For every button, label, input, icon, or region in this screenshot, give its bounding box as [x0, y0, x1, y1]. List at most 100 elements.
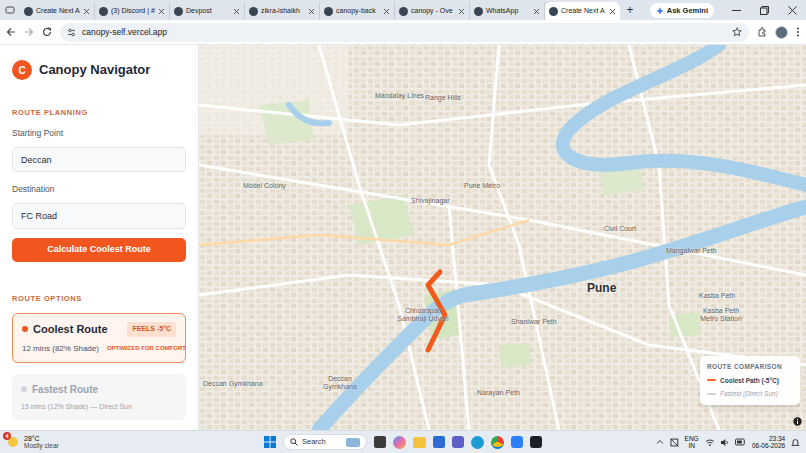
- section-heading: ROUTE OPTIONS: [12, 293, 186, 304]
- back-icon[interactable]: [6, 27, 16, 37]
- route-card[interactable]: Coolest Route FEELS -5°C 12 mins (82% Shad…: [12, 313, 186, 363]
- favicon-icon: [99, 7, 108, 16]
- weather-widget[interactable]: 4 28°C Mostly clear: [0, 435, 150, 450]
- browser-tab[interactable]: Create Next A: [545, 2, 620, 20]
- wifi-icon[interactable]: [705, 438, 715, 447]
- search-icon: [290, 438, 298, 446]
- map-label: Deccan Gymkhana: [317, 375, 363, 391]
- app-icon[interactable]: [530, 436, 542, 448]
- browser-tab[interactable]: (3) Discord | #: [95, 2, 170, 20]
- site-info-icon[interactable]: [67, 28, 76, 37]
- ask-gemini-button[interactable]: Ask Gemini: [650, 3, 714, 18]
- new-tab-button[interactable]: +: [620, 0, 640, 20]
- tab-title: (3) Discord | #: [111, 6, 155, 17]
- tab-close-icon[interactable]: [609, 8, 616, 15]
- reload-icon[interactable]: [42, 27, 52, 37]
- store-icon[interactable]: [433, 436, 445, 448]
- bookmark-star-icon[interactable]: [732, 27, 742, 37]
- tab-close-icon[interactable]: [233, 8, 240, 15]
- maximize-button[interactable]: [750, 0, 778, 20]
- legend-label: Coolest Path (-5°C): [720, 376, 779, 386]
- legend-item: Fastest (Direct Sun): [707, 389, 793, 399]
- map-label: Kasba Peth: [699, 291, 735, 302]
- field-label: Starting Point: [12, 127, 186, 140]
- start-input[interactable]: [12, 147, 186, 172]
- favicon-icon: [474, 7, 483, 16]
- browser-tab[interactable]: Devpost: [170, 2, 245, 20]
- browser-tab[interactable]: canopy-back: [320, 2, 395, 20]
- network-icon[interactable]: [670, 438, 679, 447]
- tab-title: canopy-back: [336, 6, 380, 17]
- browser-tab[interactable]: Create Next A: [20, 2, 95, 20]
- app-icon[interactable]: [511, 436, 523, 448]
- route-name: Fastest Route: [32, 382, 98, 397]
- tab-title: zikra-ishaikh: [261, 6, 305, 17]
- map[interactable]: Mandalay LinesRange HillsModel ColonyPun…: [199, 45, 806, 430]
- windows-icon[interactable]: [264, 436, 276, 448]
- profile-avatar[interactable]: [775, 26, 788, 39]
- chevron-up-icon[interactable]: [656, 438, 664, 446]
- copilot-icon[interactable]: [393, 436, 406, 449]
- route-dot: [22, 326, 28, 332]
- favicon-icon: [324, 7, 333, 16]
- route-card[interactable]: Fastest Route 15 mins (12% Shade) — Direc…: [12, 374, 186, 421]
- legend-item: Coolest Path (-5°C): [707, 376, 793, 386]
- chrome-icon[interactable]: [491, 436, 504, 449]
- logo: C: [12, 60, 32, 80]
- map-label: Chhatrapati Sambhaji Udyan: [395, 307, 451, 323]
- minimize-button[interactable]: [722, 0, 750, 20]
- map-label: Shivajinagar: [411, 196, 450, 207]
- close-icon: [788, 6, 797, 15]
- menu-icon[interactable]: [796, 27, 800, 37]
- file-explorer-icon[interactable]: [413, 437, 426, 448]
- close-window-button[interactable]: [778, 0, 806, 20]
- tab-close-icon[interactable]: [533, 8, 540, 15]
- map-label: Mangalwar Peth: [666, 246, 717, 257]
- browser-tab[interactable]: zikra-ishaikh: [245, 2, 320, 20]
- route-note: OPTIMIZED FOR COMFORT: [107, 344, 186, 353]
- language-indicator[interactable]: ENG IN: [685, 435, 699, 449]
- task-view-icon[interactable]: [374, 436, 386, 448]
- map-label: Civil Court: [604, 224, 636, 235]
- tab-close-icon[interactable]: [308, 8, 315, 15]
- feels-badge: FEELS -5°C: [127, 322, 176, 337]
- tab-close-icon[interactable]: [83, 8, 90, 15]
- tab-strip: Create Next A (3) Discord | # Devpost zikra…: [0, 0, 806, 20]
- toolbar: canopy-self.vercel.app: [0, 20, 806, 45]
- route-detail: 15 mins (12% Shade) — Direct Sun: [21, 402, 132, 413]
- info-icon[interactable]: [793, 417, 802, 426]
- edge-icon[interactable]: [471, 436, 484, 449]
- favicon-icon: [399, 7, 408, 16]
- tab-close-icon[interactable]: [158, 8, 165, 15]
- tab-list: Create Next A (3) Discord | # Devpost zikra…: [20, 2, 620, 20]
- teams-icon[interactable]: [452, 436, 464, 448]
- calculate-button[interactable]: Calculate Coolest Route: [12, 238, 186, 262]
- tab-search-icon[interactable]: [0, 0, 20, 20]
- taskbar-search[interactable]: Search: [283, 434, 367, 450]
- page: C Canopy Navigator ROUTE PLANNING Starti…: [0, 45, 806, 430]
- browser-tab[interactable]: canopy - Ove: [395, 2, 470, 20]
- field-label: Destination: [12, 183, 186, 196]
- url[interactable]: canopy-self.vercel.app: [82, 26, 167, 39]
- extensions-icon[interactable]: [757, 27, 767, 37]
- browser-tab[interactable]: WhatsApp: [470, 2, 545, 20]
- map-label: Deccan Gymkhana: [203, 379, 263, 390]
- tab-close-icon[interactable]: [383, 8, 390, 15]
- system-tray: ENG IN 23:34 06-06-2026: [656, 435, 806, 449]
- battery-icon[interactable]: [735, 438, 746, 446]
- favicon-icon: [549, 7, 558, 16]
- forward-icon[interactable]: [24, 27, 34, 37]
- map-label: Kasba Peth Metro Station: [695, 307, 747, 323]
- volume-icon[interactable]: [720, 438, 729, 447]
- app-title: Canopy Navigator: [39, 60, 150, 80]
- route-name: Coolest Route: [33, 321, 108, 338]
- address-bar[interactable]: canopy-self.vercel.app: [60, 23, 749, 42]
- section-heading: ROUTE PLANNING: [12, 107, 186, 118]
- clock[interactable]: 23:34 06-06-2026: [752, 435, 785, 449]
- tab-close-icon[interactable]: [458, 8, 465, 15]
- notification-icon[interactable]: [791, 438, 800, 447]
- gemini-icon: [656, 7, 664, 15]
- route-detail: 12 mins (82% Shade): [22, 343, 99, 355]
- destination-input[interactable]: [12, 203, 186, 229]
- sidebar: C Canopy Navigator ROUTE PLANNING Starti…: [0, 45, 199, 430]
